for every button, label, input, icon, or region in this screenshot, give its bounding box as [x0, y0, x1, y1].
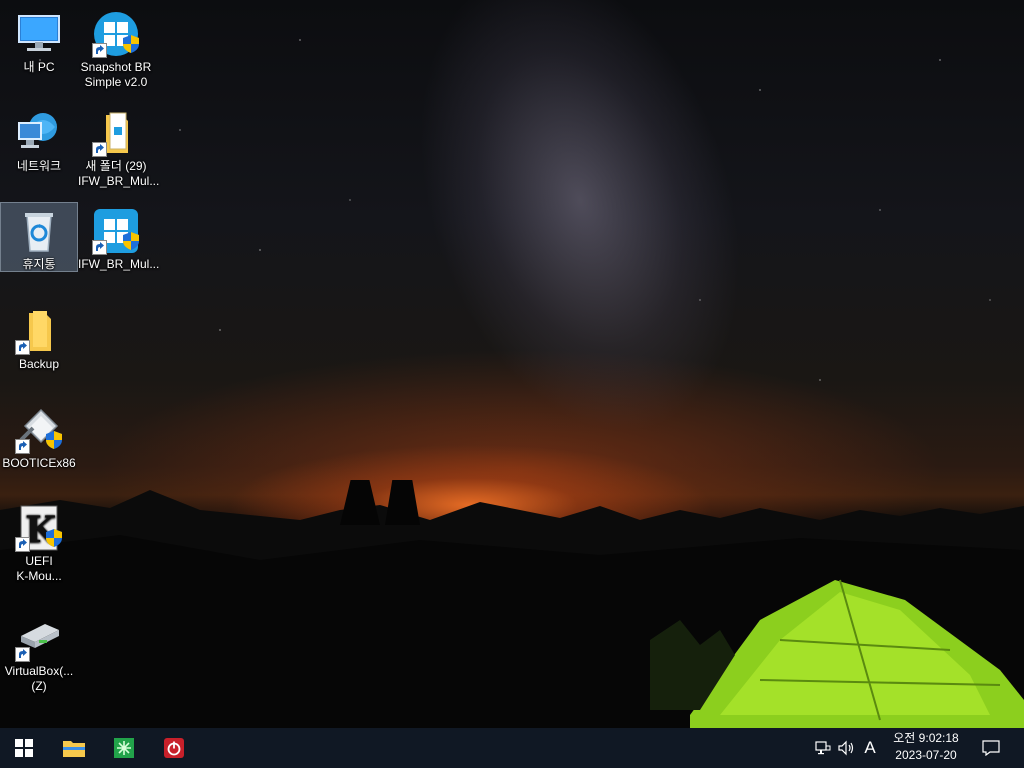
taskbar-file-explorer[interactable]	[50, 728, 98, 768]
desktop-icon-label: 새 폴더 (29) IFW_BR_Mul...	[78, 159, 160, 188]
recycle-bin-icon	[15, 207, 63, 255]
desktop-icon-snapshot-br[interactable]: Snapshot BR Simple v2.0	[78, 6, 154, 90]
uac-shield-icon	[122, 34, 140, 58]
desktop-icon-network[interactable]: 네트워크	[1, 105, 77, 177]
shortcut-arrow-icon	[15, 439, 30, 454]
action-center-icon	[982, 740, 1000, 756]
uac-shield-icon	[45, 430, 63, 454]
shortcut-arrow-icon	[92, 240, 107, 255]
shortcut-arrow-icon	[92, 43, 107, 58]
computer-icon	[15, 10, 63, 58]
shortcut-arrow-icon	[92, 142, 107, 157]
snapshot-br-icon	[92, 10, 140, 58]
desktop-icon-uefi-kmou[interactable]: K UEFI K-Mou...	[1, 500, 77, 586]
desktop-icon-label: 내 PC	[23, 60, 55, 74]
shortcut-arrow-icon	[15, 537, 30, 552]
start-button[interactable]	[0, 728, 48, 768]
uac-shield-icon	[122, 231, 140, 255]
shortcut-arrow-icon	[15, 647, 30, 662]
snapshot-br-icon	[92, 207, 140, 255]
desktop-icon-label: VirtualBox(... (Z)	[4, 664, 74, 693]
desktop[interactable]: 내 PC 네트워크 휴지통 Backup BOOTICEx86 K UEFI K…	[0, 0, 1024, 728]
tray-volume[interactable]	[836, 728, 858, 768]
file-explorer-icon	[63, 741, 85, 757]
volume-icon	[838, 740, 854, 756]
taskbar-power-app[interactable]	[150, 728, 198, 768]
power-app-icon	[164, 738, 184, 758]
desktop-icon-virtualbox-drive[interactable]: VirtualBox(... (Z)	[1, 610, 77, 693]
desktop-icon-label: UEFI K-Mou...	[16, 554, 62, 583]
clock-time: 오전 9:02:18	[893, 731, 959, 745]
taskbar: A 오전 9:02:18 2023-07-20	[0, 728, 1024, 768]
network-tray-icon	[815, 741, 831, 755]
kmou-icon: K	[15, 504, 63, 552]
tray-ime-indicator[interactable]: A	[860, 728, 880, 768]
desktop-icon-booticex86[interactable]: BOOTICEx86	[1, 402, 77, 474]
taskbar-clock[interactable]: 오전 9:02:18 2023-07-20	[883, 730, 969, 766]
desktop-icon-my-pc[interactable]: 내 PC	[1, 6, 77, 78]
bootice-icon	[15, 406, 63, 454]
desktop-icon-label: 휴지통	[22, 257, 56, 271]
action-center-button[interactable]	[978, 728, 1004, 768]
desktop-icon-label: 네트워크	[16, 159, 62, 173]
clock-date: 2023-07-20	[895, 748, 957, 762]
uac-shield-icon	[45, 528, 63, 552]
desktop-icon-ifw-br[interactable]: IFW_BR_Mul...	[78, 203, 160, 275]
folder-doc-icon	[92, 109, 140, 157]
desktop-icon-label: Backup	[18, 357, 60, 371]
desktop-icon-new-folder-29[interactable]: 새 폴더 (29) IFW_BR_Mul...	[78, 105, 160, 189]
green-app-icon	[114, 738, 134, 758]
desktop-icon-label: BOOTICEx86	[2, 456, 76, 470]
shortcut-arrow-icon	[15, 340, 30, 355]
folder-icon	[15, 307, 63, 355]
taskbar-green-app[interactable]	[100, 728, 148, 768]
desktop-icon-label: IFW_BR_Mul...	[78, 257, 160, 271]
network-icon	[15, 109, 63, 157]
wallpaper-landscape	[0, 480, 1024, 728]
desktop-icon-recycle-bin[interactable]: 휴지통	[0, 202, 78, 272]
desktop-icon-backup[interactable]: Backup	[1, 303, 77, 375]
desktop-icon-label: Snapshot BR Simple v2.0	[80, 60, 152, 89]
network-drive-icon	[15, 614, 63, 662]
windows-logo-icon	[15, 739, 33, 757]
tray-network[interactable]	[812, 728, 834, 768]
